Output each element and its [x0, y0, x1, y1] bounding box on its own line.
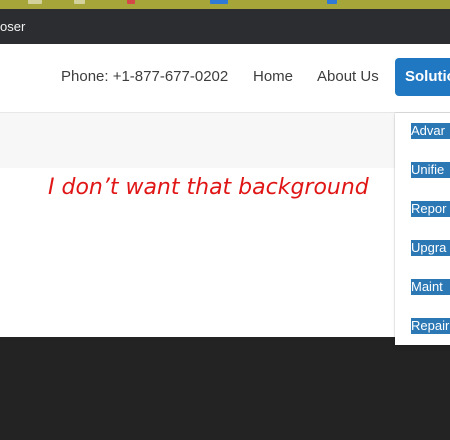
site-header: Phone: +1-877-677-0202 Home About Us Sol…: [0, 44, 450, 113]
bookmark-icon[interactable]: [210, 0, 228, 4]
dropdown-item-upgrade[interactable]: Upgra: [411, 240, 450, 256]
phone-link[interactable]: Phone: +1-877-677-0202: [61, 67, 228, 87]
dropdown-item-unified[interactable]: Unifie: [411, 162, 450, 178]
red-annotation-text: I don’t want that background: [48, 175, 369, 200]
main-navigation: Phone: +1-877-677-0202 Home About Us Sol…: [0, 44, 450, 112]
solutions-menu-button[interactable]: Solutio: [395, 58, 450, 96]
browser-bookmark-strip: [0, 0, 450, 9]
dark-footer: [0, 337, 450, 440]
browser-toolbar: oser: [0, 9, 450, 44]
browser-screenshot: oser Phone: +1-877-677-0202 Home About U…: [0, 0, 450, 440]
page-title-band: [0, 113, 450, 168]
dropdown-item-repair[interactable]: Repair: [411, 318, 450, 334]
home-link[interactable]: Home: [253, 67, 293, 87]
bookmark-icon[interactable]: [28, 0, 42, 4]
bookmark-icon[interactable]: [127, 0, 135, 4]
bookmark-icon[interactable]: [74, 0, 85, 4]
about-us-link[interactable]: About Us: [317, 67, 379, 87]
dropdown-item-maintenance[interactable]: Maint: [411, 279, 450, 295]
dropdown-item-advanced[interactable]: Advar: [411, 123, 450, 139]
toolbar-label[interactable]: oser: [0, 18, 25, 35]
dropdown-item-reporting[interactable]: Repor: [411, 201, 450, 217]
bookmark-icon[interactable]: [327, 0, 337, 4]
solutions-dropdown: Advar Unifie Repor Upgra Maint Repair: [395, 113, 450, 345]
